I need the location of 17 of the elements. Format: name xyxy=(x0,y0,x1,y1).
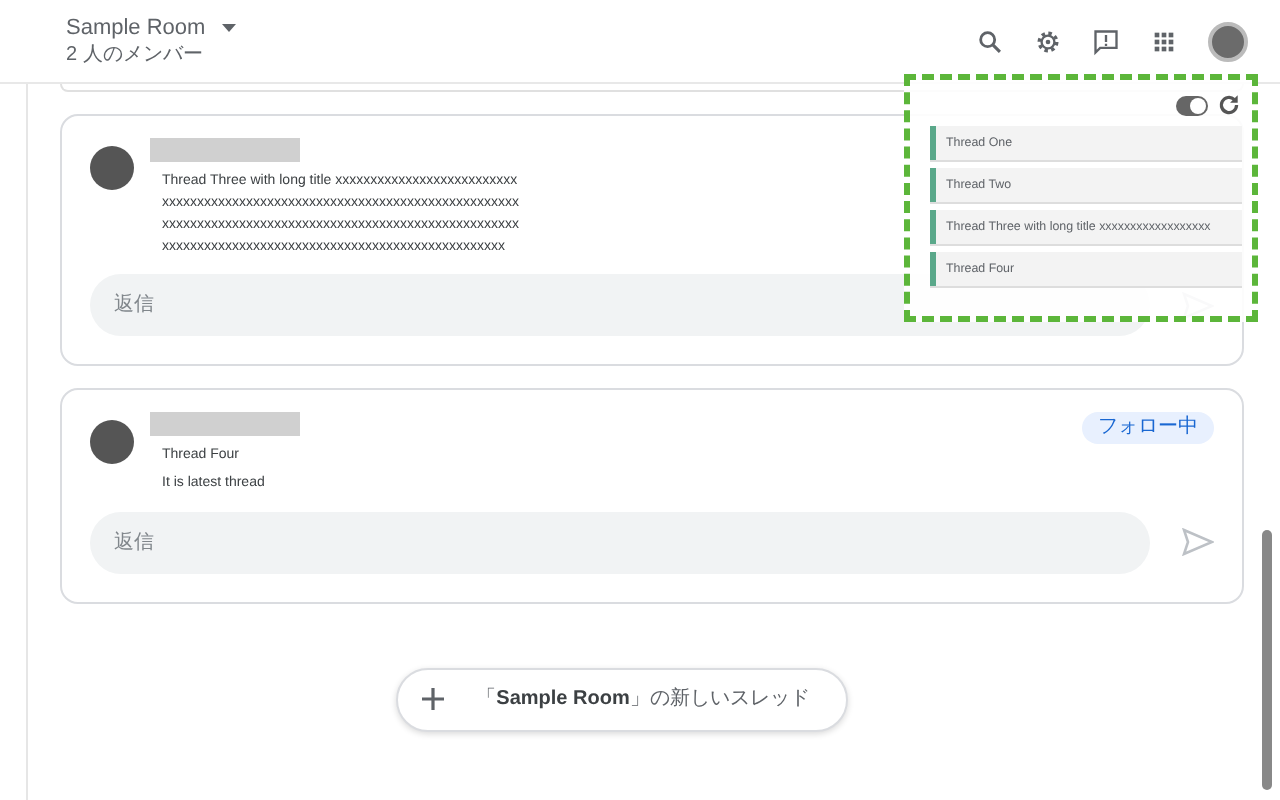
apps-grid-icon[interactable] xyxy=(1150,27,1178,55)
avatar-placeholder[interactable] xyxy=(1208,21,1248,61)
refresh-icon[interactable] xyxy=(1216,92,1242,118)
avatar-placeholder xyxy=(90,146,134,190)
settings-icon[interactable] xyxy=(1034,27,1062,55)
following-badge[interactable]: フォロー中 xyxy=(1082,412,1214,444)
member-count: 2 人のメンバー xyxy=(66,41,205,67)
avatar-placeholder xyxy=(90,420,134,464)
caret-icon[interactable] xyxy=(221,24,236,32)
feedback-icon[interactable] xyxy=(1092,27,1120,55)
room-title: Sample Room xyxy=(66,15,206,41)
new-thread-button[interactable]: 「Sample Room」の新しいスレッド xyxy=(396,667,848,731)
search-icon[interactable] xyxy=(976,27,1004,55)
plus-icon xyxy=(422,688,445,710)
scrollbar[interactable] xyxy=(1262,530,1272,790)
reply-field[interactable]: 返信 xyxy=(90,511,1150,573)
toggle-switch[interactable] xyxy=(1176,95,1208,115)
